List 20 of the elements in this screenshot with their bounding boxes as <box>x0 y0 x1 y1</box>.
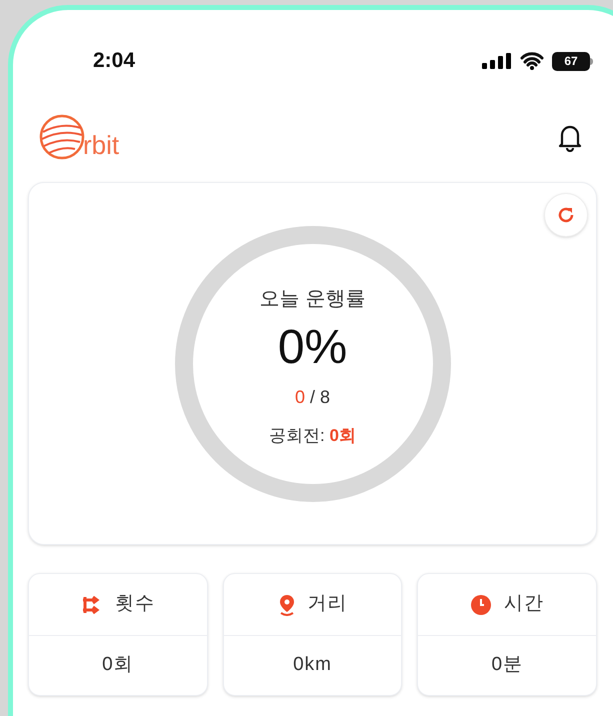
stat-value: 0회 <box>102 653 134 678</box>
location-pin-icon <box>278 594 296 616</box>
logo-icon <box>39 114 85 160</box>
progress-title: 오늘 운행률 <box>260 287 366 312</box>
battery-icon: 67 <box>552 52 593 70</box>
progress-percent: 0% <box>278 320 348 376</box>
clock-icon <box>470 594 492 616</box>
wifi-icon <box>520 52 544 70</box>
refresh-button[interactable] <box>544 193 588 237</box>
refresh-icon <box>557 206 575 224</box>
stat-value: 0분 <box>491 653 523 678</box>
signal-icon <box>482 53 512 69</box>
status-time: 2:04 <box>93 48 136 74</box>
stat-label: 횟수 <box>114 592 155 616</box>
idle-count: 공회전: 0회 <box>269 425 356 448</box>
stat-label: 시간 <box>504 592 544 616</box>
trip-count: 0 / 8 <box>294 386 330 410</box>
logo-text: rbit <box>83 132 120 158</box>
stat-label: 거리 <box>308 592 348 616</box>
stat-value: 0km <box>293 653 332 678</box>
